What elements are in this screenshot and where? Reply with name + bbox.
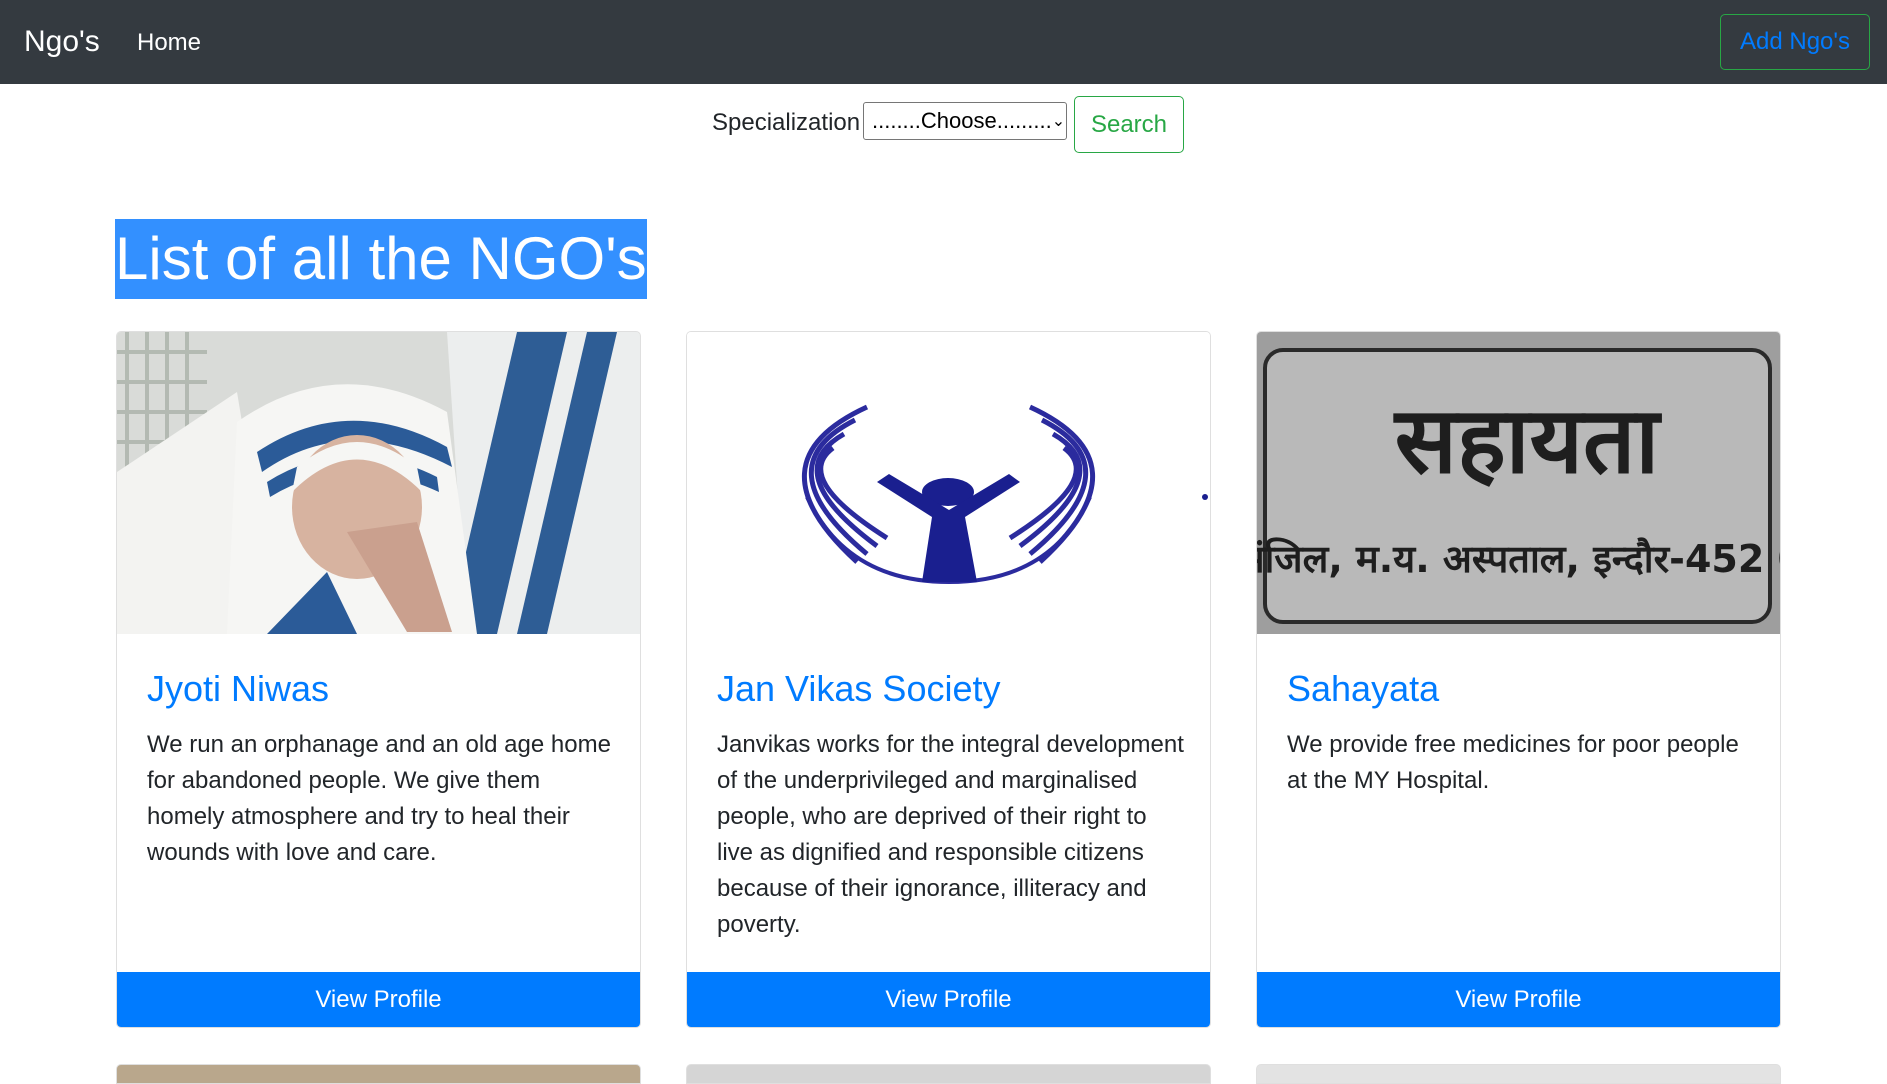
ngo-card-description: We run an orphanage and an old age home … [147, 731, 611, 866]
search-form: Specialization ........Choose......... ⌄… [0, 96, 1887, 156]
ngo-card-title[interactable]: Jyoti Niwas [147, 667, 329, 711]
ngo-card-jyoti-niwas: Jyoti Niwas We run an orphanage and an o… [116, 331, 641, 1028]
ngo-card-description: Janvikas works for the integral developm… [717, 731, 1184, 938]
ngo-card-description: We provide free medicines for poor peopl… [1287, 731, 1739, 794]
search-button[interactable]: Search [1074, 96, 1184, 153]
ngo-card-image [687, 332, 1210, 634]
nav-home-link[interactable]: Home [137, 26, 201, 60]
ngo-card-image [117, 332, 640, 634]
navbar: Ngo's Home Add Ngo's [0, 0, 1887, 84]
sahayata-signboard: सहायता तल मंजिल, म.य. अस्पताल, इन्दौर-45… [1257, 332, 1780, 634]
jan-vikas-logo [687, 332, 1210, 634]
specialization-select-value: ........Choose......... [872, 108, 1052, 133]
signboard-main-text: सहायता [1393, 387, 1663, 494]
ngo-card-sahayata: सहायता तल मंजिल, म.य. अस्पताल, इन्दौर-45… [1256, 331, 1781, 1028]
brand-link[interactable]: Ngo's [24, 22, 100, 62]
signboard-sub-text: तल मंजिल, म.य. अस्पताल, इन्दौर-452 001 [1257, 537, 1780, 581]
ngo-card-partial [686, 1064, 1211, 1084]
ngo-card-image: सहायता तल मंजिल, म.य. अस्पताल, इन्दौर-45… [1257, 332, 1780, 634]
ngo-card-jan-vikas-society: Jan Vikas Society Janvikas works for the… [686, 331, 1211, 1028]
ngo-card-title[interactable]: Sahayata [1287, 667, 1439, 711]
view-profile-button[interactable]: View Profile [117, 972, 640, 1027]
ngo-card-partial [1256, 1064, 1781, 1084]
ngo-card-partial [116, 1064, 641, 1084]
view-profile-button[interactable]: View Profile [1257, 972, 1780, 1027]
add-ngo-button[interactable]: Add Ngo's [1720, 14, 1870, 70]
specialization-label: Specialization [712, 109, 861, 136]
page-title: List of all the NGO's [115, 219, 647, 299]
view-profile-button[interactable]: View Profile [687, 972, 1210, 1027]
nun-photo [117, 332, 640, 634]
chevron-down-icon: ⌄ [1051, 113, 1066, 130]
specialization-select[interactable]: ........Choose......... ⌄ [863, 102, 1067, 140]
ngo-card-title[interactable]: Jan Vikas Society [717, 667, 1000, 711]
